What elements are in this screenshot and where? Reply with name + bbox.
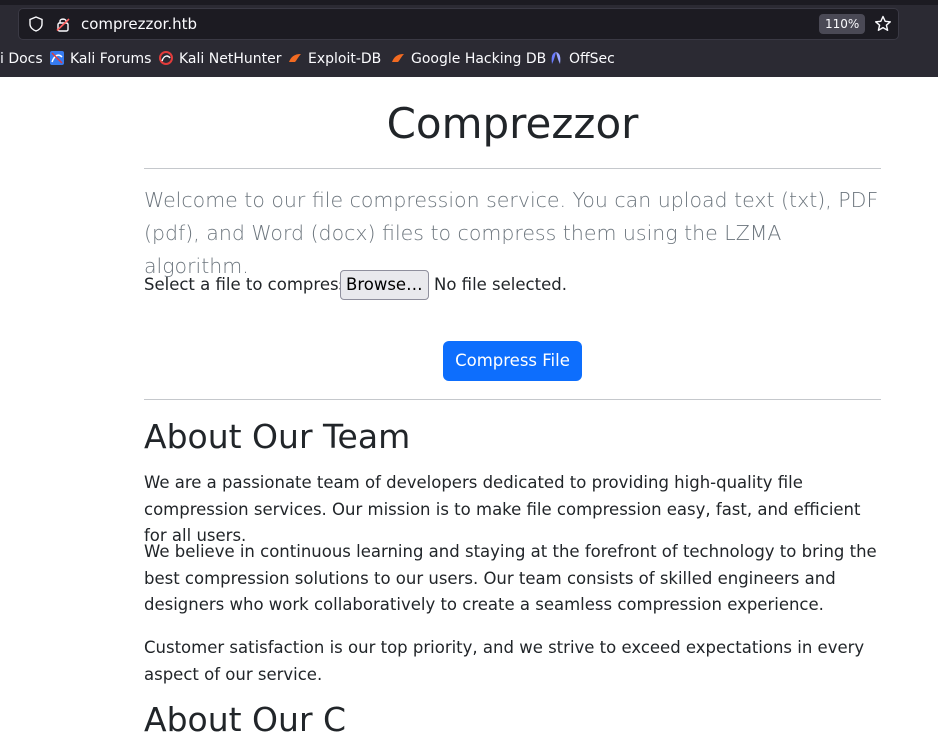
bookmark-offsec[interactable]: OffSec bbox=[549, 46, 615, 72]
bookmark-kali-forums[interactable]: Kali Forums bbox=[50, 46, 151, 72]
bookmark-google-hacking-db[interactable]: Google Hacking DB bbox=[391, 46, 546, 72]
file-input-label: Select a file to compress: bbox=[144, 275, 353, 294]
bookmark-label: Kali NetHunter bbox=[179, 51, 282, 67]
insecure-lock-icon[interactable] bbox=[55, 16, 71, 32]
bookmark-docs[interactable]: i Docs bbox=[0, 46, 43, 72]
shield-icon[interactable] bbox=[28, 16, 44, 32]
bookmark-label: i Docs bbox=[0, 51, 43, 67]
nethunter-icon bbox=[159, 51, 173, 65]
about-paragraph: Customer satisfaction is our top priorit… bbox=[144, 638, 865, 684]
divider bbox=[144, 399, 881, 400]
exploit-db-icon bbox=[289, 54, 301, 62]
url-text[interactable]: comprezzor.htb bbox=[81, 15, 197, 33]
browser-chrome: comprezzor.htb 110% i Docs Kali Forums K… bbox=[0, 0, 938, 77]
divider bbox=[144, 168, 881, 169]
kali-forums-icon bbox=[50, 51, 64, 65]
bookmark-label: Exploit-DB bbox=[308, 51, 382, 67]
compress-file-button[interactable]: Compress File bbox=[443, 341, 582, 381]
bookmark-label: Kali Forums bbox=[70, 51, 152, 67]
ghdb-icon bbox=[392, 54, 404, 62]
bookmark-label: Google Hacking DB bbox=[411, 51, 547, 67]
offsec-icon bbox=[551, 52, 561, 64]
zoom-indicator[interactable]: 110% bbox=[819, 14, 866, 34]
about-heading: About Our Team bbox=[144, 417, 411, 456]
bookmarks-toolbar: i Docs Kali Forums Kali NetHunter Exploi… bbox=[0, 46, 938, 72]
address-bar[interactable]: comprezzor.htb 110% bbox=[18, 8, 899, 40]
page-title: Comprezzor bbox=[386, 99, 639, 148]
tab-strip-edge bbox=[0, 0, 938, 5]
bookmark-star-icon[interactable] bbox=[874, 15, 892, 33]
lead-text: Welcome to our file compression service.… bbox=[144, 188, 879, 278]
file-upload-row: Select a file to compress: Browse… No fi… bbox=[144, 270, 881, 300]
bookmark-kali-nethunter[interactable]: Kali NetHunter bbox=[159, 46, 281, 72]
file-status-text: No file selected. bbox=[434, 275, 567, 294]
bookmark-label: OffSec bbox=[569, 51, 615, 67]
about-paragraph: We believe in continuous learning and st… bbox=[144, 542, 877, 614]
about-paragraph: We are a passionate team of developers d… bbox=[144, 473, 861, 545]
browse-button[interactable]: Browse… bbox=[340, 270, 429, 300]
bookmark-exploit-db[interactable]: Exploit-DB bbox=[288, 46, 381, 72]
